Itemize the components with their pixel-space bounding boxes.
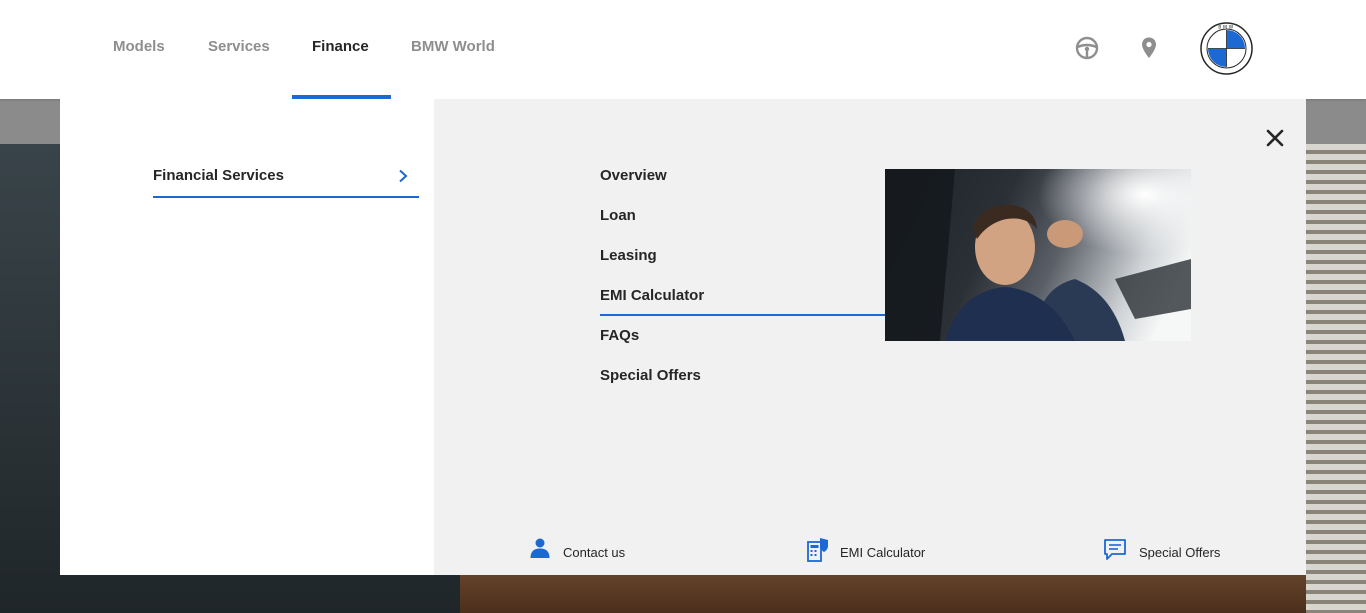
footer-special-offers-label: Special Offers xyxy=(1139,545,1221,560)
chevron-right-icon xyxy=(399,169,408,183)
footer-emi-calculator-label: EMI Calculator xyxy=(840,545,926,560)
category-label: Financial Services xyxy=(153,167,284,184)
nav-bmw-world[interactable]: BMW World xyxy=(411,38,495,55)
footer-emi-calculator[interactable]: EMI Calculator xyxy=(806,537,936,567)
close-icon[interactable] xyxy=(1265,128,1285,148)
chat-icon xyxy=(1104,539,1126,560)
category-financial-services[interactable]: Financial Services xyxy=(153,167,419,198)
nav-models[interactable]: Models xyxy=(113,38,165,55)
submenu-column: Overview Loan Leasing EMI Calculator FAQ… xyxy=(434,99,1306,575)
menu-item-faqs[interactable]: FAQs xyxy=(600,327,639,344)
bmw-logo[interactable]: BMW xyxy=(1200,22,1253,75)
menu-item-emi-calculator[interactable]: EMI Calculator xyxy=(600,287,704,304)
promo-image xyxy=(885,169,1191,341)
menu-item-special-offers[interactable]: Special Offers xyxy=(600,367,701,384)
footer-special-offers[interactable]: Special Offers xyxy=(1103,537,1233,567)
calculator-icon xyxy=(807,538,828,562)
menu-item-selected-underline xyxy=(600,314,906,316)
footer-contact-us-label: Contact us xyxy=(563,545,626,560)
steering-wheel-icon[interactable] xyxy=(1075,36,1099,60)
menu-item-overview[interactable]: Overview xyxy=(600,167,667,184)
promo-photo-people-in-car xyxy=(885,169,1191,341)
category-column: Financial Services xyxy=(60,99,434,575)
menu-item-loan[interactable]: Loan xyxy=(600,207,636,224)
background-image-right xyxy=(1306,144,1366,613)
finance-mega-menu: Financial Services Overview Loan Leasing… xyxy=(60,99,1306,575)
logo-text: BMW xyxy=(1218,24,1234,30)
menu-item-leasing[interactable]: Leasing xyxy=(600,247,657,264)
footer-contact-us[interactable]: Contact us xyxy=(529,537,639,567)
nav-finance[interactable]: Finance xyxy=(312,38,369,55)
person-icon xyxy=(530,538,550,558)
site-header: Models Services Finance BMW World BMW xyxy=(0,0,1366,99)
nav-services[interactable]: Services xyxy=(208,38,270,55)
location-pin-icon[interactable] xyxy=(1137,36,1161,60)
